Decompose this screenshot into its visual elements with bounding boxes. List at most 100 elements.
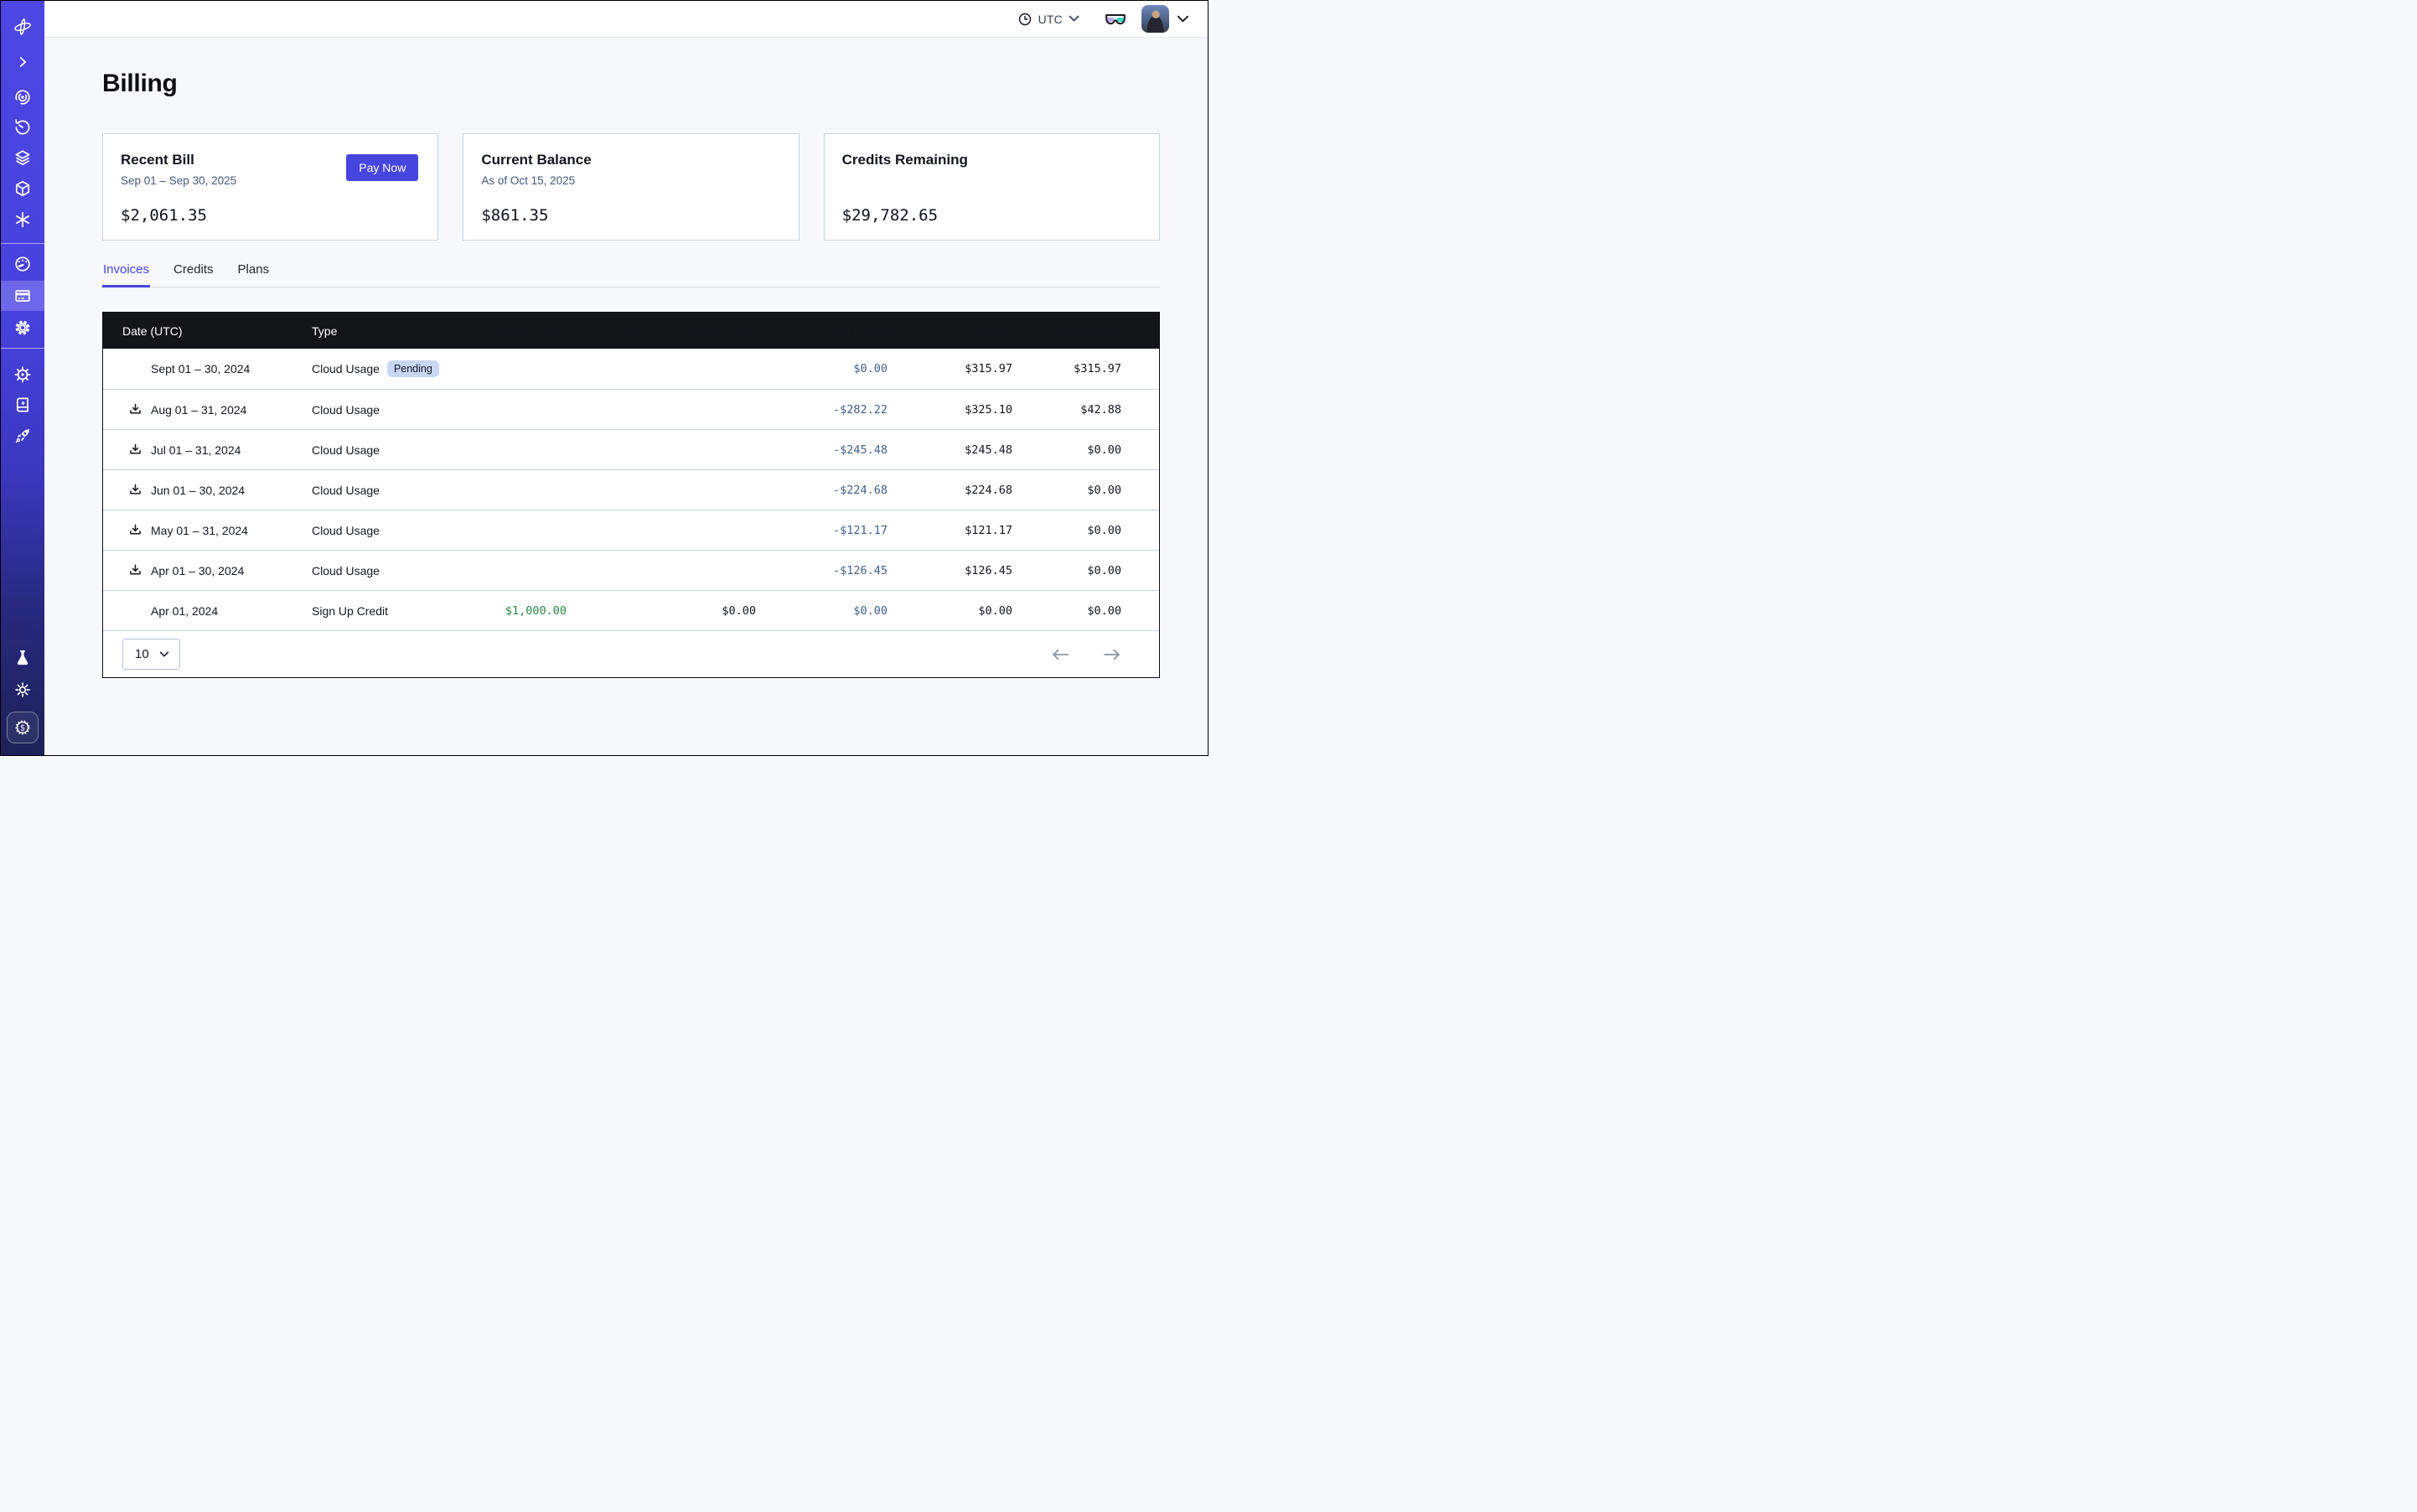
sidebar-item-launch[interactable] <box>1 421 44 451</box>
invoice-date: Apr 01, 2024 <box>151 604 218 618</box>
tab-plans[interactable]: Plans <box>237 262 271 287</box>
credit-usage-value: $0.00 <box>756 604 888 618</box>
3d-glasses-icon <box>1105 11 1126 28</box>
previous-page-button[interactable] <box>1047 645 1074 665</box>
topbar: UTC <box>44 1 1208 38</box>
column-header-credit-purchase: Credit Purchase Amount <box>567 324 756 338</box>
card-subtitle <box>842 174 1141 188</box>
subtotal-value: $325.10 <box>888 403 1012 417</box>
page-size-select[interactable]: 10 <box>122 639 180 670</box>
download-invoice-button[interactable] <box>127 522 143 538</box>
download-invoice-button[interactable] <box>127 562 143 578</box>
invoice-type: Cloud Usage <box>312 564 380 577</box>
view-mode-toggle[interactable] <box>1105 11 1126 28</box>
sidebar-item-labs[interactable] <box>1 642 44 672</box>
table-header: Date (UTC) Type Credit Granted Credit Pu… <box>103 313 1159 349</box>
sidebar-item-layers[interactable] <box>1 142 44 173</box>
credits-button[interactable]: $ <box>7 712 39 743</box>
avatar[interactable] <box>1141 5 1169 33</box>
settings-gear-icon <box>13 318 32 337</box>
balance-due-value: $0.00 <box>1012 524 1121 537</box>
invoice-type: Cloud Usage <box>312 403 380 417</box>
credit-usage-value: -$126.45 <box>756 564 888 577</box>
invoices-table: Date (UTC) Type Credit Granted Credit Pu… <box>102 312 1160 678</box>
asterisk-icon <box>13 210 32 229</box>
chevron-down-icon <box>1177 15 1189 23</box>
table-row: Sept 01 – 30, 2024 Cloud Usage Pending $… <box>103 349 1159 389</box>
download-icon <box>127 401 143 417</box>
sidebar-item-docs[interactable] <box>1 390 44 420</box>
download-icon <box>127 562 143 578</box>
sidebar-item-functions[interactable] <box>1 205 44 235</box>
current-balance-card: Current Balance As of Oct 15, 2025 $861.… <box>463 133 799 241</box>
modal-logo-icon <box>13 17 33 37</box>
download-invoice-button[interactable] <box>127 401 143 417</box>
table-footer: 10 <box>103 630 1159 677</box>
table-row: Apr 01 – 30, 2024 Cloud Usage -$126.45 $… <box>103 550 1159 590</box>
tab-invoices[interactable]: Invoices <box>102 262 150 287</box>
sun-icon <box>13 681 32 699</box>
next-page-button[interactable] <box>1099 645 1126 665</box>
column-header-credit-usage: Credit Usage <box>756 324 888 338</box>
card-title: Credits Remaining <box>842 152 1141 168</box>
column-header-credit-granted: Credit Granted <box>473 324 567 338</box>
dollar-seal-icon: $ <box>13 718 32 737</box>
invoice-type: Cloud Usage <box>312 484 380 497</box>
sidebar-item-support[interactable] <box>1 360 44 390</box>
invoice-type: Cloud Usage <box>312 524 380 537</box>
download-icon <box>127 522 143 538</box>
sidebar-collapse-button[interactable] <box>1 47 44 77</box>
layers-icon <box>13 148 32 167</box>
summary-cards: Recent Bill Sep 01 – Sep 30, 2025 $2,061… <box>102 133 1160 241</box>
timezone-label: UTC <box>1038 13 1063 26</box>
rocket-icon <box>13 427 32 445</box>
credits-remaining-card: Credits Remaining $29,782.65 <box>824 133 1160 241</box>
column-header-date: Date (UTC) <box>103 324 312 338</box>
subtotal-value: $315.97 <box>888 362 1012 375</box>
billing-card-icon <box>13 287 32 305</box>
cube-icon <box>13 179 32 198</box>
sidebar-item-billing[interactable] <box>1 281 44 311</box>
sidebar-item-timer[interactable] <box>1 112 44 142</box>
credit-usage-value: -$282.22 <box>756 403 888 417</box>
billing-tabs: Invoices Credits Plans <box>102 262 1160 287</box>
download-icon <box>127 442 143 458</box>
tab-credits[interactable]: Credits <box>173 262 215 287</box>
subtotal-value: $0.00 <box>888 604 1012 618</box>
invoice-date: May 01 – 31, 2024 <box>151 524 248 537</box>
account-menu-button[interactable] <box>1177 15 1189 23</box>
column-header-type: Type <box>312 324 473 338</box>
sidebar-item-usage[interactable] <box>1 249 44 279</box>
credits-remaining-amount: $29,782.65 <box>842 206 1141 225</box>
recent-bill-amount: $2,061.35 <box>121 206 419 225</box>
sidebar-item-containers[interactable] <box>1 173 44 204</box>
sidebar: $ <box>1 1 44 755</box>
pay-now-button[interactable]: Pay Now <box>346 154 418 181</box>
sidebar-item-live[interactable] <box>1 82 44 112</box>
invoice-type: Cloud Usage <box>312 362 380 375</box>
invoice-date: Jun 01 – 30, 2024 <box>151 484 245 497</box>
status-badge: Pending <box>387 360 439 377</box>
download-invoice-button[interactable] <box>127 482 143 498</box>
download-invoice-button[interactable] <box>127 442 143 458</box>
sidebar-item-settings[interactable] <box>1 313 44 343</box>
balance-due-value: $42.88 <box>1012 403 1121 417</box>
chevron-right-icon <box>14 54 31 70</box>
modal-logo[interactable] <box>1 12 44 42</box>
timezone-dropdown[interactable]: UTC <box>1017 12 1079 27</box>
invoice-date: Aug 01 – 31, 2024 <box>151 403 246 417</box>
credit-granted-value: $1,000.00 <box>473 604 567 618</box>
helm-icon <box>13 365 32 384</box>
timer-icon <box>13 118 32 137</box>
invoice-date: Jul 01 – 31, 2024 <box>151 443 241 457</box>
invoice-date: Apr 01 – 30, 2024 <box>151 564 244 577</box>
subtotal-value: $126.45 <box>888 564 1012 577</box>
balance-due-value: $0.00 <box>1012 604 1121 618</box>
invoice-type: Cloud Usage <box>312 443 380 457</box>
live-target-icon <box>13 88 32 106</box>
theme-toggle[interactable] <box>1 675 44 705</box>
table-row: May 01 – 31, 2024 Cloud Usage -$121.17 $… <box>103 510 1159 550</box>
credit-usage-value: -$224.68 <box>756 484 888 497</box>
subtotal-value: $245.48 <box>888 443 1012 457</box>
main-content: Billing Recent Bill Sep 01 – Sep 30, 202… <box>44 38 1208 755</box>
